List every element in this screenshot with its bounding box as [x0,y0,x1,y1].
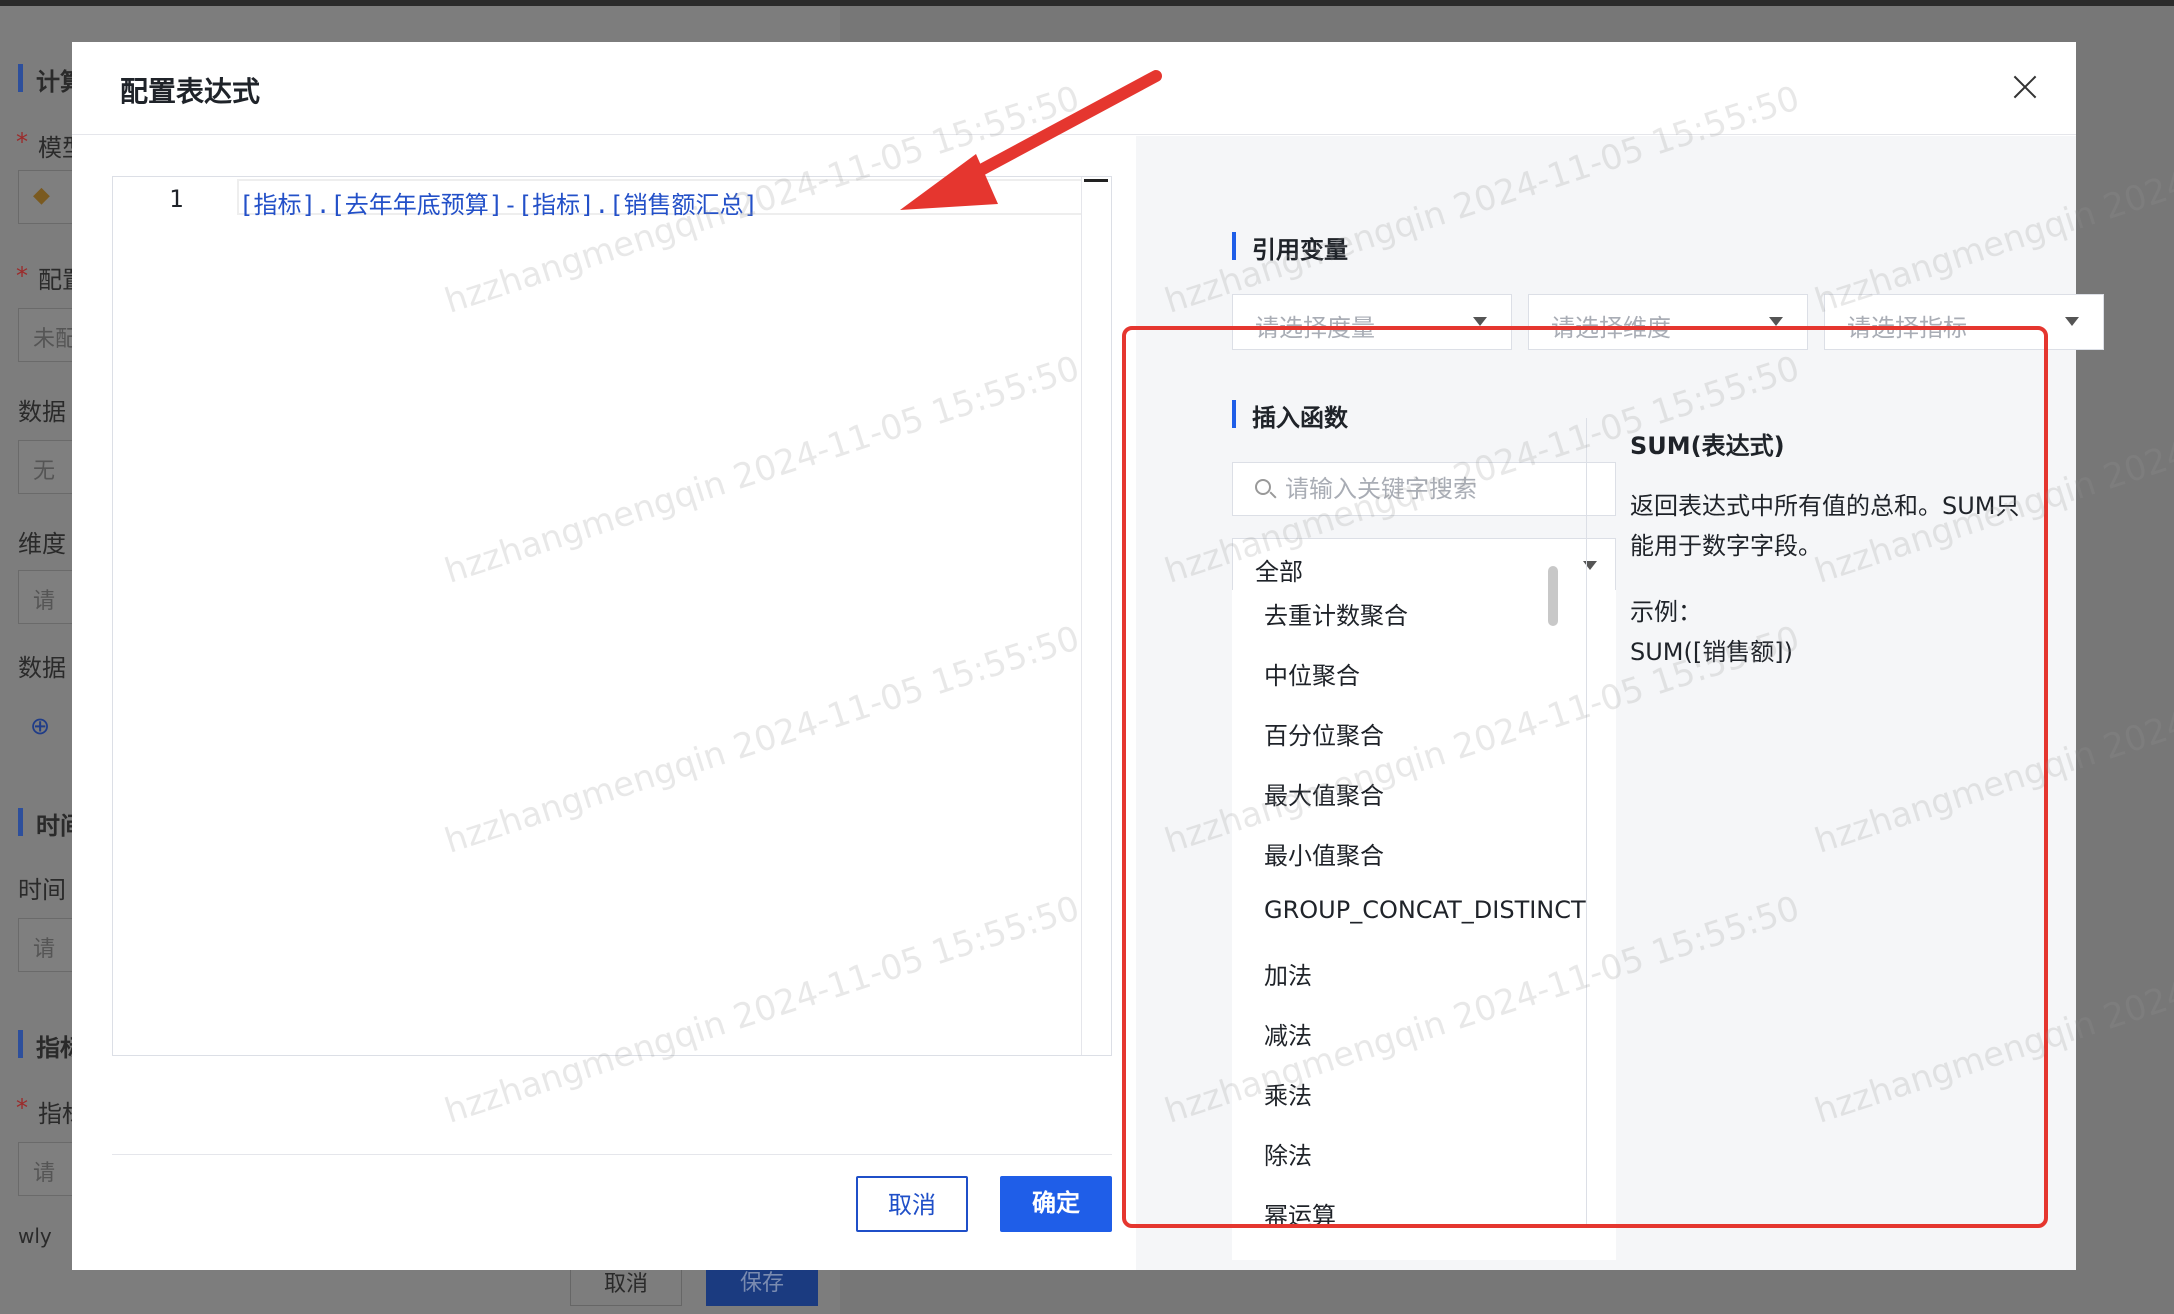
expression-editor[interactable]: 1 [指标].[去年年底预算]-[指标].[销售额汇总] [112,176,1112,1056]
model-select[interactable]: ◆ [18,170,78,224]
data-field[interactable]: 无 [18,440,78,494]
close-icon[interactable] [2008,70,2042,104]
footer-divider [112,1154,1112,1155]
cancel-button[interactable]: 取消 [856,1176,968,1232]
modal-title: 配置表达式 [120,75,261,108]
label-data2: 数据 [18,654,66,682]
time-field[interactable]: 请 [18,918,78,972]
line-number: 1 [169,185,184,213]
required-star: * [16,128,28,156]
expression-code[interactable]: [指标].[去年年底预算]-[指标].[销售额汇总] [239,185,758,220]
config-field[interactable]: 未配 [18,308,78,362]
section-marker [18,64,23,92]
dimension-field[interactable]: 请 [18,570,78,624]
confirm-button[interactable]: 确定 [1000,1176,1112,1232]
section-marker [1232,232,1236,260]
section-marker [18,808,23,836]
variables-title: 引用变量 [1252,236,1348,264]
annotation-arrow-icon [900,70,1162,210]
add-icon[interactable]: ⊕ [30,712,50,740]
chevron-down-icon [1473,317,1487,326]
label-time: 时间 [18,876,66,904]
required-star: * [16,1094,28,1122]
chevron-down-icon [2065,317,2079,326]
footer-text: wly [18,1224,52,1248]
editor-scrollbar[interactable] [1081,177,1111,1055]
label-data: 数据 [18,398,66,426]
required-star: * [16,262,28,290]
metric-field[interactable]: 请 [18,1142,78,1196]
annotation-highlight-box [1122,326,2048,1228]
section-marker [18,1030,23,1058]
label-dimension: 维度 [18,530,66,558]
chevron-down-icon [1769,317,1783,326]
